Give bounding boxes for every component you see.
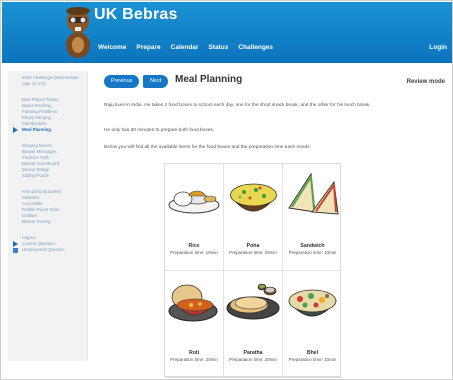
items-paragraph: Below you will find all the available it…	[104, 145, 311, 150]
bhel-bowl-icon	[287, 289, 338, 317]
prep-time: Preparation time: 20min	[229, 250, 277, 255]
unanswered-square-icon	[13, 247, 18, 253]
rice-bowl-icon	[168, 190, 220, 214]
login-link[interactable]: Login	[429, 44, 447, 51]
legend-unanswered-question: Unanswered Question	[8, 247, 87, 253]
sidebar-challenge-link[interactable]: 2020 Challenge (Intermediate (age 12-14)…	[8, 75, 87, 87]
food-card-rice[interactable]: Rice Preparation time: 10min	[165, 164, 224, 271]
time-paragraph: He only has 30 minutes to prepare both f…	[104, 128, 215, 133]
sidebar-item[interactable]: Beaver Sorting	[8, 219, 87, 225]
page-title: Meal Planning	[175, 74, 243, 85]
nav-calendar[interactable]: Calendar	[171, 44, 199, 51]
question-sidebar: 2020 Challenge (Intermediate (age 12-14)…	[8, 71, 88, 361]
review-mode-link[interactable]: Review mode	[407, 79, 445, 85]
poha-bowl-icon	[230, 183, 278, 212]
nav-welcome[interactable]: Welcome	[98, 44, 126, 51]
prep-time: Preparation time: 20min	[170, 357, 218, 362]
food-card-bhel[interactable]: Bhel Preparation time: 10min	[283, 271, 342, 378]
roti-curry-icon	[168, 284, 218, 322]
sidebar-item-current[interactable]: Meal Planning	[8, 127, 87, 133]
prep-time: Preparation time: 10min	[170, 250, 218, 255]
food-card-sandwich[interactable]: Sandwich Preparation time: 10min	[283, 164, 342, 271]
previous-button[interactable]: Previous	[104, 75, 140, 88]
page-frame: UK Bebras Welcome Prepare Calendar Statu…	[0, 0, 453, 380]
paratha-plate-icon	[226, 283, 280, 320]
food-name: Rice	[188, 243, 200, 249]
nav-prepare[interactable]: Prepare	[136, 44, 160, 51]
question-content: Previous Next Meal Planning Review mode …	[104, 71, 449, 378]
food-name: Bhel	[306, 350, 319, 356]
main-nav: Welcome Prepare Calendar Status Challeng…	[98, 44, 273, 51]
current-arrow-icon	[13, 127, 18, 133]
food-name: Paratha	[243, 350, 263, 356]
food-name: Roti	[188, 350, 200, 356]
prep-time: Preparation time: 20min	[229, 357, 277, 362]
food-name: Poha	[246, 243, 260, 249]
food-grid: Rice Preparation time: 10min Poha Prepar…	[164, 163, 342, 378]
site-header: UK Bebras Welcome Prepare Calendar Statu…	[2, 2, 452, 63]
beaver-logo-icon	[66, 7, 90, 58]
food-name: Sandwich	[300, 243, 325, 249]
nav-challenges[interactable]: Challenges	[238, 44, 273, 51]
intro-paragraph: Raju lives in India. He takes 2 food box…	[104, 103, 371, 108]
sidebar-item[interactable]: Sliding Puzzle	[8, 173, 87, 179]
sandwich-icon	[288, 172, 339, 215]
prep-time: Preparation time: 10min	[288, 357, 337, 362]
site-title[interactable]: UK Bebras	[94, 6, 178, 24]
next-button[interactable]: Next	[143, 75, 169, 88]
food-card-poha[interactable]: Poha Preparation time: 20min	[224, 164, 283, 271]
food-card-paratha[interactable]: Paratha Preparation time: 20min	[224, 271, 283, 378]
food-card-roti[interactable]: Roti Preparation time: 20min	[165, 271, 224, 378]
prep-time: Preparation time: 10min	[288, 250, 337, 255]
nav-status[interactable]: Status	[208, 44, 228, 51]
